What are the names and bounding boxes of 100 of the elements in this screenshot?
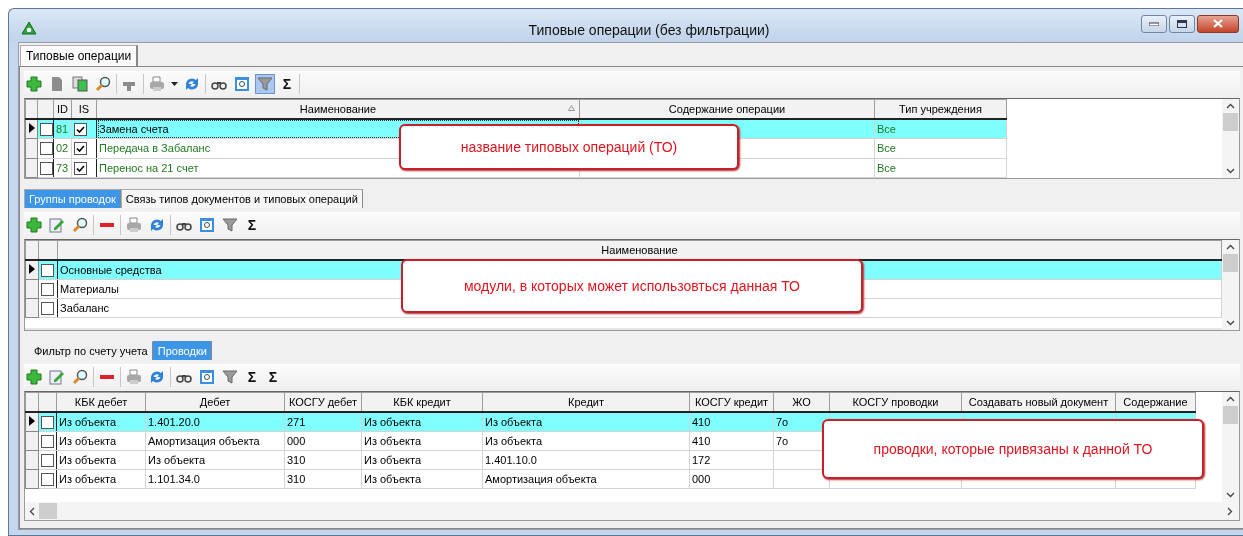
checkbox[interactable] (41, 301, 54, 315)
row-pointer-icon (28, 122, 36, 135)
sort-icon (568, 105, 575, 111)
column-header[interactable]: ЖО (773, 392, 830, 412)
vertical-scrollbar[interactable] (1222, 240, 1239, 330)
add-button[interactable] (24, 367, 44, 387)
tab[interactable]: Типовые операции (20, 45, 139, 66)
tab[interactable]: Фильтр по счету учета (29, 341, 153, 360)
document-icon (49, 76, 65, 92)
printer-button[interactable] (124, 215, 144, 235)
table-cell: 310 (284, 450, 362, 470)
table-cell: 02 (53, 138, 72, 159)
checkbox[interactable] (74, 142, 87, 156)
filter-button[interactable] (220, 367, 240, 387)
sum-button[interactable]: Σ (278, 74, 296, 94)
checkbox[interactable] (40, 161, 53, 175)
scroll-down-icon[interactable] (1226, 320, 1235, 326)
app-icon (21, 20, 37, 35)
column-header[interactable]: КОСГУ проводки (829, 392, 962, 412)
table-cell: Амортизация объекта (145, 431, 285, 451)
scroll-left-icon[interactable] (29, 506, 35, 516)
sum-button[interactable]: Σ (243, 367, 261, 387)
printer-icon (149, 76, 165, 92)
column-header[interactable]: КОСГУ кредит (689, 392, 774, 412)
column-header[interactable]: КБК кредит (361, 392, 483, 412)
column-header[interactable]: IS (71, 99, 97, 119)
scroll-thumb[interactable] (39, 503, 57, 519)
refresh-icon (149, 217, 165, 233)
maximize-button[interactable] (1169, 14, 1195, 33)
table-cell: 000 (284, 431, 362, 451)
close-button[interactable] (1197, 14, 1239, 33)
add-icon (26, 76, 42, 92)
checkbox[interactable] (74, 122, 87, 136)
table-cell: Из объекта (361, 469, 483, 489)
filter-button[interactable] (255, 74, 275, 94)
column-header[interactable]: Кредит (482, 392, 690, 412)
search-button[interactable] (93, 74, 113, 94)
caret-icon (171, 82, 178, 86)
column-header[interactable]: Создавать новый документ (961, 392, 1116, 412)
search-icon (72, 369, 88, 385)
vertical-scrollbar[interactable] (1222, 392, 1239, 502)
horizontal-scrollbar[interactable] (25, 502, 1239, 520)
scroll-up-icon[interactable] (1226, 396, 1235, 402)
scroll-down-icon[interactable] (1226, 168, 1235, 174)
column-header[interactable]: Содержание (1115, 392, 1196, 412)
sum-button[interactable]: Σ (243, 215, 261, 235)
add-icon (26, 369, 42, 385)
checkbox[interactable] (41, 453, 54, 467)
row-pointer-icon (28, 263, 36, 275)
preview-button[interactable] (197, 215, 217, 235)
column-header[interactable]: Тип учреждения (874, 99, 1007, 119)
column-header[interactable]: КБК дебет (56, 392, 146, 412)
checkbox[interactable] (74, 161, 87, 175)
add-button[interactable] (24, 215, 44, 235)
checkbox[interactable] (41, 434, 54, 448)
annotation-callout: проводки, которые привязаны к данной ТО (822, 419, 1204, 479)
row-pointer-icon (28, 415, 36, 427)
scroll-thumb[interactable] (1223, 406, 1238, 424)
filter-button[interactable] (220, 215, 240, 235)
vertical-scrollbar[interactable] (1222, 99, 1239, 178)
copy-button[interactable] (70, 74, 90, 94)
maximize-icon (1177, 19, 1187, 28)
checkbox[interactable] (41, 415, 54, 429)
sum-button[interactable]: Σ (264, 367, 282, 387)
checkbox[interactable] (41, 282, 54, 296)
scroll-up-icon[interactable] (1226, 244, 1235, 250)
checkbox[interactable] (41, 263, 54, 277)
table-cell: 73 (53, 158, 72, 178)
column-header[interactable]: Наименование (96, 99, 580, 119)
scroll-thumb[interactable] (1223, 113, 1238, 131)
search-button[interactable] (70, 215, 90, 235)
add-button[interactable] (24, 74, 44, 94)
search-button[interactable] (70, 367, 90, 387)
preview-button[interactable] (197, 367, 217, 387)
table-cell: 410 (689, 431, 774, 451)
table-cell: Из объекта (361, 450, 483, 470)
printer-icon (126, 217, 142, 233)
add-icon (26, 217, 42, 233)
copy-icon (72, 76, 88, 92)
scroll-right-icon[interactable] (1227, 506, 1233, 516)
scroll-thumb[interactable] (1223, 254, 1238, 272)
table-cell: 310 (284, 469, 362, 489)
column-header[interactable]: Содержание операции (579, 99, 875, 119)
scroll-down-icon[interactable] (1226, 492, 1235, 498)
printer-icon (126, 369, 142, 385)
table-cell: 1.401.10.0 (482, 450, 690, 470)
printer-button[interactable] (124, 367, 144, 387)
filter-icon (222, 369, 238, 385)
checkbox[interactable] (40, 142, 53, 156)
checkbox[interactable] (40, 122, 53, 136)
scroll-up-icon[interactable] (1226, 103, 1235, 109)
edit-icon (49, 369, 65, 385)
table-cell: Из объекта (56, 450, 146, 470)
tab[interactable]: Связь типов документов и типовых операций (120, 189, 363, 208)
column-header[interactable]: Наименование (57, 240, 1222, 260)
column-header[interactable]: Дебет (145, 392, 285, 412)
checkbox[interactable] (41, 472, 54, 486)
column-header[interactable]: КОСГУ дебет (284, 392, 362, 412)
preview-button[interactable] (232, 74, 252, 94)
close-icon (1213, 19, 1223, 28)
